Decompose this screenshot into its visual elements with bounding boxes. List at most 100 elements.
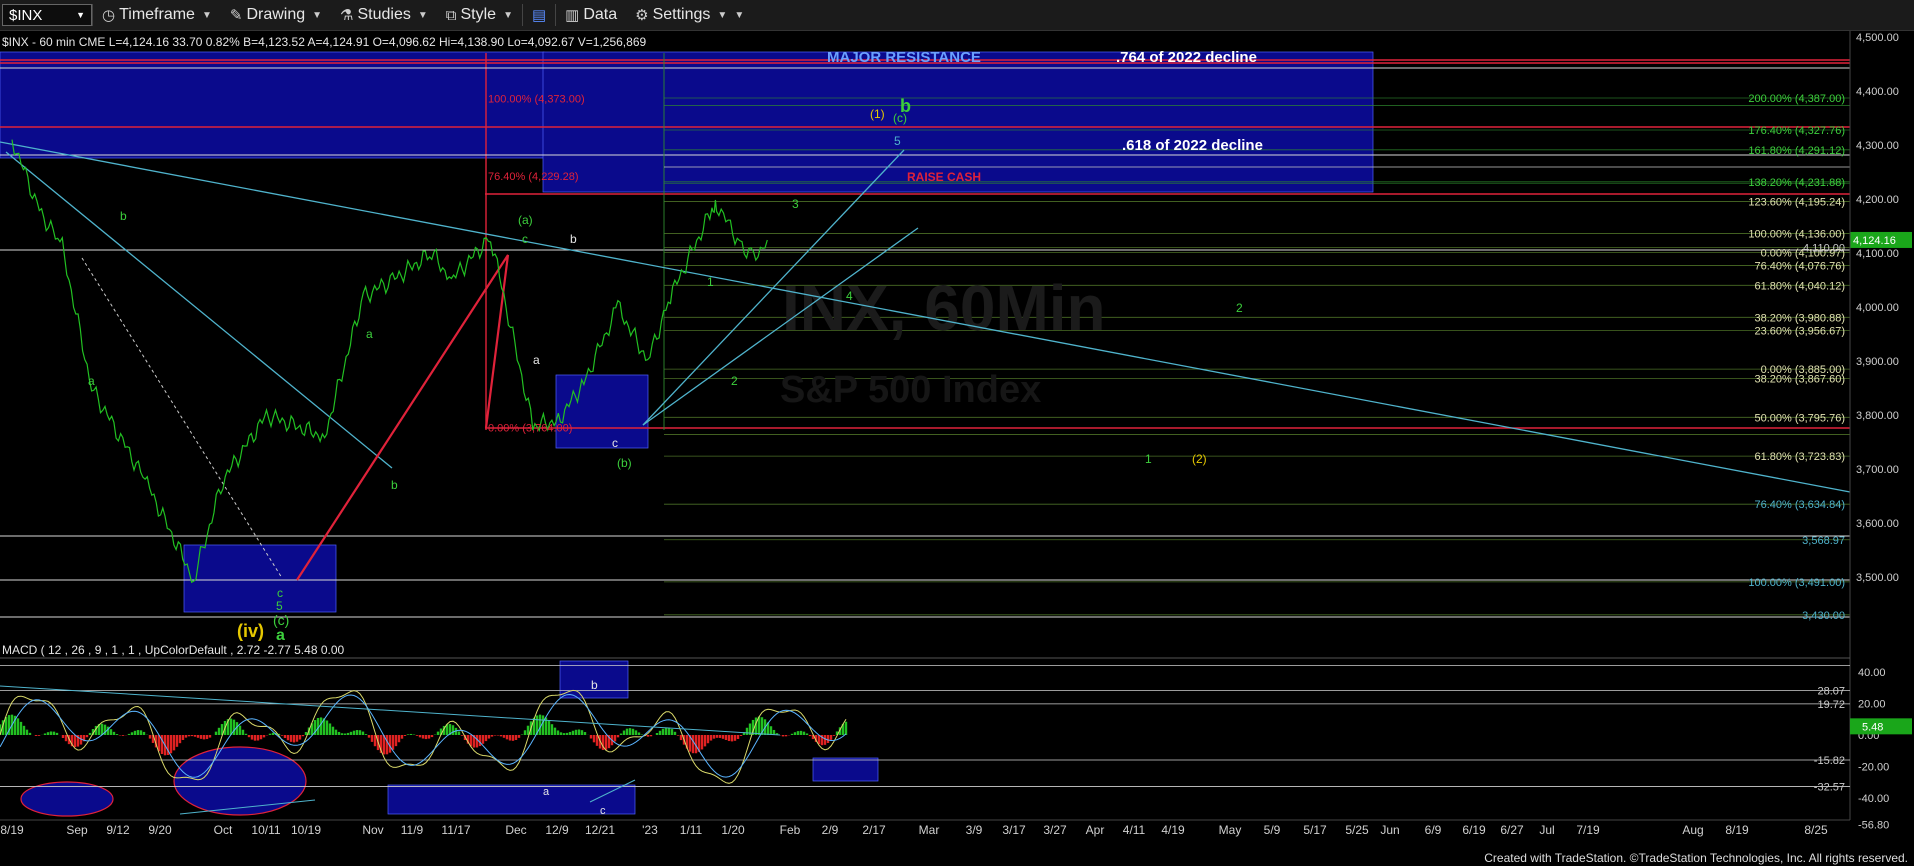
time-tick-label: 5/25 [1345,823,1369,837]
macd-legend: MACD ( 12 , 26 , 9 , 1 , 1 , UpColorDefa… [2,643,345,657]
wave-label: (b) [617,456,632,470]
layout-icon: ▤ [531,7,547,24]
price-tick-label: 4,200.00 [1856,194,1899,206]
price-tick-label: 4,400.00 [1856,86,1899,98]
style-label: Style [460,6,497,23]
layout-button[interactable]: ▤ [523,2,555,28]
time-tick-label: Nov [362,823,383,837]
watermark-description: S&P 500 Index [780,369,1041,411]
symbol-selector[interactable]: $INX ▼ [2,4,92,26]
fib-level-label: 161.80% (4,291.12) [1748,145,1845,157]
last-price-label: 4,124.16 [1853,235,1896,247]
time-tick-label: 8/25 [1804,823,1828,837]
time-tick-label: 10/19 [291,823,321,837]
wave-label: (iv) [237,621,264,641]
clock-icon: ◷ [102,7,116,24]
fib-level-label: 38.20% (3,980.88) [1754,312,1845,324]
macd-last-label: 5.48 [1862,721,1883,733]
wave-label: 2 [731,374,738,388]
timeframe-button[interactable]: ◷ Timeframe ▼ [93,2,221,28]
support-resistance-zone [387,784,636,815]
time-tick-label: 12/9 [545,823,569,837]
price-chart[interactable]: INX, 60Min S&P 500 Index 4,124.16 123.60… [0,31,1914,866]
time-tick-label: Aug [1682,823,1703,837]
chevron-down-icon: ▼ [417,9,428,21]
chevron-down-icon: ▼ [734,9,745,21]
time-tick-label: May [1219,823,1242,837]
price-tick-label: 3,500.00 [1856,572,1899,584]
toolbar: $INX ▼ ◷ Timeframe ▼ ✎ Drawing ▼ ⚗ Studies ▼ ⧉… [0,0,1914,31]
wave-label: (1) [870,107,885,121]
fib-level-label: 0.00% (3,764.00) [488,422,572,434]
drawing-label: Drawing [246,6,306,23]
time-tick-label: 2/9 [822,823,839,837]
zone-label: .764 of 2022 decline [1116,49,1257,66]
wave-label: c [522,232,528,246]
time-tick-label: 2/17 [862,823,886,837]
settings-button[interactable]: ⚙ Settings ▼ ▼ [626,2,753,28]
fib-level-label: 76.40% (4,076.76) [1754,261,1845,273]
macd-oval-zone [20,781,114,817]
fib-level-label: 76.40% (4,229.28) [488,171,579,183]
time-tick-label: 8/19 [0,823,24,837]
style-icon: ⧉ [445,6,457,24]
flask-icon: ⚗ [340,7,354,24]
time-tick-label: 4/19 [1161,823,1185,837]
tradestation-chart-window: $INX ▼ ◷ Timeframe ▼ ✎ Drawing ▼ ⚗ Studies ▼ ⧉… [0,0,1914,866]
time-tick-label: 6/27 [1500,823,1524,837]
fib-level-label: 138.20% (4,231.88) [1748,177,1845,189]
fib-level-label: 200.00% (4,387.00) [1748,93,1845,105]
time-tick-label: 9/20 [148,823,172,837]
fib-level-label: 176.40% (4,327.76) [1748,125,1845,137]
price-tick-label: 3,600.00 [1856,518,1899,530]
time-tick-label: Jul [1539,823,1554,837]
time-tick-label: 3/9 [966,823,983,837]
wave-label: 1 [1145,452,1152,466]
time-tick-label: 5/17 [1303,823,1327,837]
settings-label: Settings [652,6,711,23]
fib-level-label: 100.00% (4,373.00) [488,94,585,106]
data-button[interactable]: ▥ Data [556,2,626,28]
macd-tick-label: 40.00 [1858,667,1886,679]
price-tick-label: 3,800.00 [1856,410,1899,422]
price-tick-label: 4,000.00 [1856,302,1899,314]
wave-label: (a) [518,213,533,227]
time-tick-label: Mar [919,823,940,837]
macd-level-label: 19.72 [1817,699,1845,711]
fib-level-label: 23.60% (3,956.67) [1754,325,1845,337]
wave-label: 5 [276,599,283,613]
time-tick-label: 3/27 [1043,823,1067,837]
fib-level-label: 61.80% (3,723.83) [1754,451,1845,463]
pencil-icon: ✎ [229,7,243,24]
wave-label: a [276,627,285,644]
time-tick-label: 1/20 [721,823,745,837]
fib-level-label: 4,110.00 [1803,243,1845,255]
time-tick-label: Apr [1086,823,1105,837]
macd-tick-label: -56.80 [1858,820,1889,832]
timeframe-label: Timeframe [119,6,195,23]
time-tick-label: '23 [642,823,658,837]
studies-button[interactable]: ⚗ Studies ▼ [331,2,437,28]
fib-level-label: 38.20% (3,867.60) [1754,373,1845,385]
price-tick-label: 3,900.00 [1856,356,1899,368]
symbol-header: $INX - 60 min CME L=4,124.16 33.70 0.82%… [2,35,646,49]
wave-label: 5 [894,134,901,148]
support-resistance-zone [812,757,879,782]
drawing-button[interactable]: ✎ Drawing ▼ [221,2,331,28]
macd-oval-zone [173,746,307,816]
time-tick-label: Feb [780,823,801,837]
time-tick-label: 5/9 [1264,823,1281,837]
time-tick-label: Jun [1380,823,1399,837]
fib-level-label: 123.60% (4,195.24) [1748,197,1845,209]
fib-level-label: 100.00% (3,491.00) [1748,577,1845,589]
zone-label: MAJOR RESISTANCE [827,49,981,66]
fib-level-label: 50.00% (3,795.76) [1754,412,1845,424]
chevron-down-icon: ▼ [201,9,212,21]
macd-wave-label: a [543,786,550,798]
wave-label: b [570,232,577,246]
fib-level-label: 76.40% (3,634.84) [1754,499,1845,511]
style-button[interactable]: ⧉ Style ▼ [437,2,522,28]
time-tick-label: 3/17 [1002,823,1026,837]
wave-label: 2 [1236,301,1243,315]
chevron-down-icon: ▼ [503,9,513,21]
